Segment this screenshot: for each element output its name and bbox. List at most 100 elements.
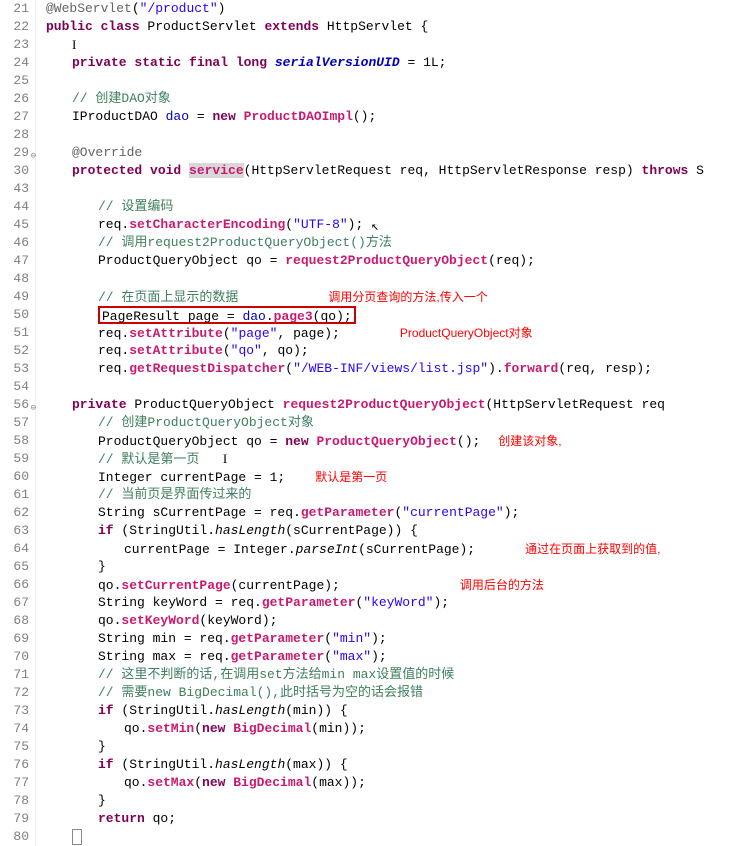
method-call: setMin xyxy=(147,721,194,736)
line-number: 61 xyxy=(0,486,29,504)
line-number: 49 xyxy=(0,288,29,306)
superclass: HttpServlet { xyxy=(327,19,428,34)
line-number: 48 xyxy=(0,270,29,288)
code-text: (); xyxy=(353,109,376,124)
static-method: hasLength xyxy=(215,703,285,718)
code-text: String keyWord = req. xyxy=(98,595,262,610)
code-text: (currentPage); xyxy=(231,578,340,593)
method-signature: (HttpServletRequest req, HttpServletResp… xyxy=(244,163,642,178)
code-editor: 212223242526272829⊖304344454647484950515… xyxy=(0,0,733,846)
line-number: 79 xyxy=(0,810,29,828)
code-area[interactable]: @WebServlet("/product") public class Pro… xyxy=(36,0,704,846)
line-number: 58 xyxy=(0,432,29,450)
code-text: ); xyxy=(371,649,387,664)
code-text: ); xyxy=(504,505,520,520)
line-number: 24 xyxy=(0,54,29,72)
code-text: (StringUtil. xyxy=(121,523,215,538)
field: serialVersionUID xyxy=(275,55,400,70)
method-name-highlighted: service xyxy=(189,163,244,178)
return-type: ProductQueryObject xyxy=(134,397,282,412)
line-number: 21 xyxy=(0,0,29,18)
method-call: page3 xyxy=(274,309,313,324)
line-number: 51 xyxy=(0,324,29,342)
code-text: ( xyxy=(223,326,231,341)
annotation: @Override xyxy=(72,145,142,160)
keyword: private static final long xyxy=(72,55,275,70)
keyword: if xyxy=(98,523,121,538)
code-text: ). xyxy=(488,361,504,376)
text-cursor: I xyxy=(72,37,76,52)
code-text: ( xyxy=(194,721,202,736)
code-text: PageResult page = xyxy=(102,309,242,324)
method-call: setMax xyxy=(147,775,194,790)
constructor: BigDecimal xyxy=(233,721,311,736)
code-text: qo. xyxy=(98,613,121,628)
string-literal: "UTF-8" xyxy=(293,217,348,232)
code-text: currentPage = Integer. xyxy=(124,542,296,557)
method-call: setAttribute xyxy=(129,326,223,341)
line-number: 53 xyxy=(0,360,29,378)
line-number: 45 xyxy=(0,216,29,234)
code-text: (keyWord); xyxy=(199,613,277,628)
line-number: 52 xyxy=(0,342,29,360)
red-annotation: 默认是第一页 xyxy=(315,470,387,484)
method-call: setCurrentPage xyxy=(121,578,230,593)
code-text: (max)) { xyxy=(285,757,347,772)
code-text: ( xyxy=(285,217,293,232)
line-number: 30 xyxy=(0,162,29,180)
code-text: (req, resp); xyxy=(558,361,652,376)
string-literal: "keyWord" xyxy=(363,595,433,610)
brace-matched xyxy=(72,829,82,845)
code-text: . xyxy=(266,309,274,324)
code-text: Integer currentPage = 1; xyxy=(98,470,285,485)
fold-icon[interactable]: ⊖ xyxy=(31,399,36,417)
code-text: , page); xyxy=(277,326,339,341)
code-text: ); xyxy=(371,631,387,646)
code-text: qo. xyxy=(124,775,147,790)
code-text: ( xyxy=(324,649,332,664)
code-text: (StringUtil. xyxy=(121,703,215,718)
constructor: BigDecimal xyxy=(233,775,311,790)
line-number: 23 xyxy=(0,36,29,54)
keyword: extends xyxy=(264,19,326,34)
code-text: req. xyxy=(98,217,129,232)
code-text: String min = req. xyxy=(98,631,231,646)
code-text: qo; xyxy=(153,811,176,826)
line-number: 26 xyxy=(0,90,29,108)
code-text: ProductQueryObject qo = xyxy=(98,253,285,268)
keyword: new xyxy=(285,434,316,449)
code-text: IProductDAO xyxy=(72,109,166,124)
code-text: String max = req. xyxy=(98,649,231,664)
method-call: request2ProductQueryObject xyxy=(285,253,488,268)
method-call: getParameter xyxy=(231,649,325,664)
red-annotation: 调用分页查询的方法,传入一个 xyxy=(328,290,487,304)
code-text: ); xyxy=(348,217,364,232)
code-text: req. xyxy=(98,326,129,341)
brace: } xyxy=(98,739,106,754)
red-annotation: 通过在页面上获取到的值, xyxy=(525,542,660,556)
class-name: ProductServlet xyxy=(147,19,264,34)
comment: // 默认是第一页 xyxy=(98,452,199,467)
mouse-cursor-icon: ↖ xyxy=(371,219,379,234)
line-number: 27 xyxy=(0,108,29,126)
red-annotation: ProductQueryObject对象 xyxy=(400,326,533,340)
line-number: 66 xyxy=(0,576,29,594)
line-number: 59 xyxy=(0,450,29,468)
brace: } xyxy=(98,793,106,808)
code-text: ProductQueryObject qo = xyxy=(98,434,285,449)
line-number: 77 xyxy=(0,774,29,792)
method-call: getParameter xyxy=(231,631,325,646)
constructor: ProductDAOImpl xyxy=(244,109,353,124)
method-call: setAttribute xyxy=(129,343,223,358)
line-number: 69 xyxy=(0,630,29,648)
fold-icon[interactable]: ⊖ xyxy=(31,147,36,165)
comment: // 在页面上显示的数据 xyxy=(98,290,238,305)
code-text: ( xyxy=(324,631,332,646)
comment: // 创建DAO对象 xyxy=(72,91,171,106)
keyword: new xyxy=(202,721,233,736)
code-text: (max)); xyxy=(311,775,366,790)
method-call: getParameter xyxy=(262,595,356,610)
code-text: S xyxy=(696,163,704,178)
line-number: 47 xyxy=(0,252,29,270)
red-annotation: 创建该对象, xyxy=(498,434,561,448)
